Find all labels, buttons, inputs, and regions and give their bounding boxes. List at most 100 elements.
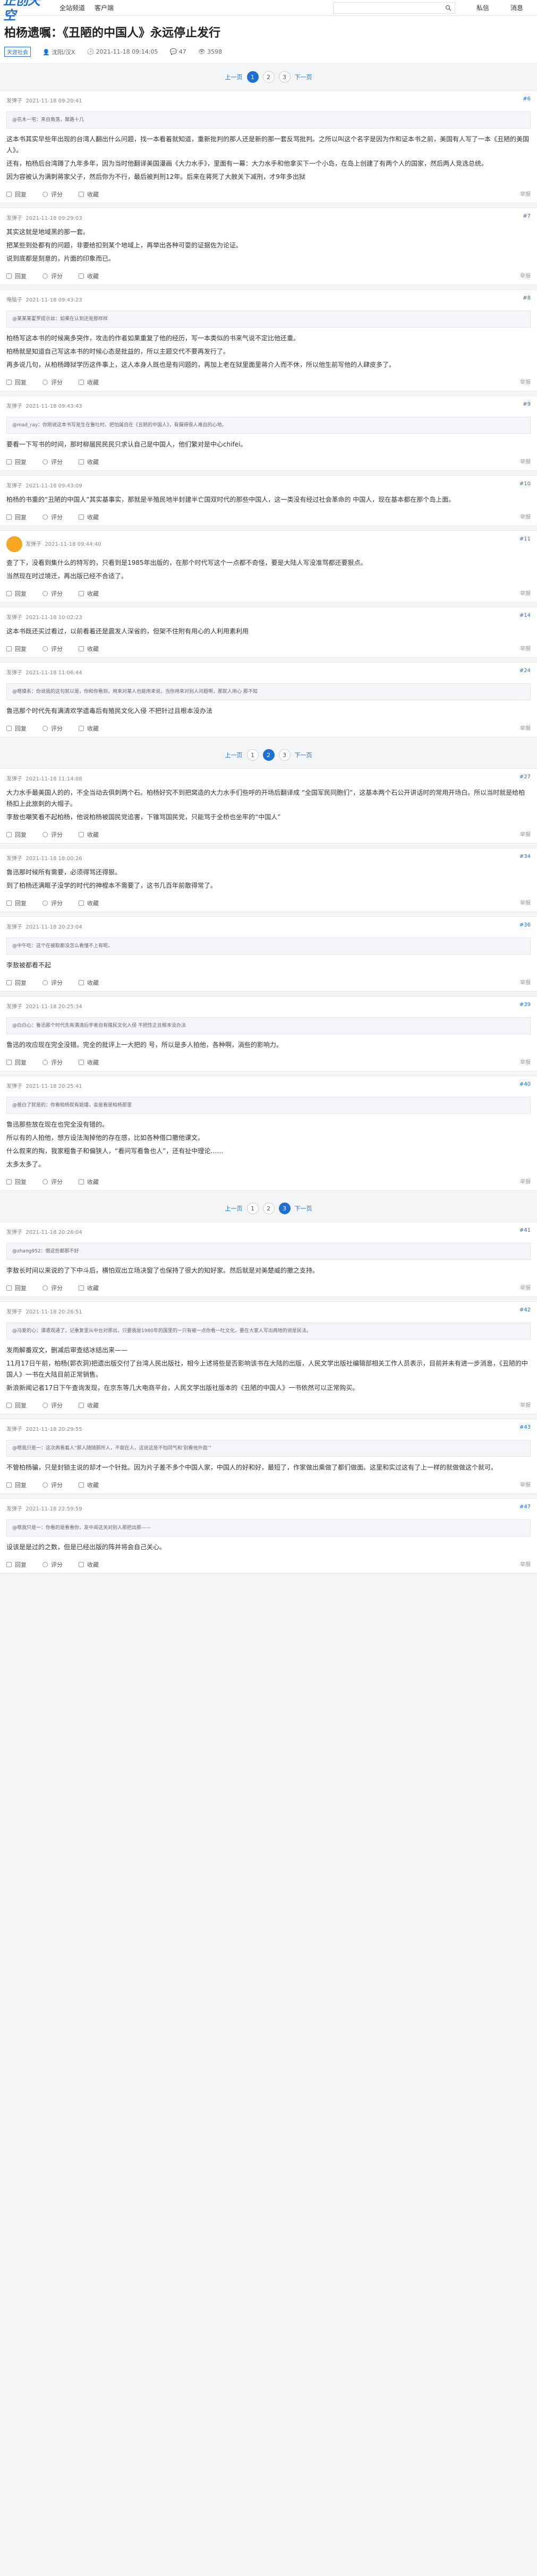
favorite-button[interactable]: 收藏 bbox=[79, 830, 99, 839]
floor-number[interactable]: #39 bbox=[519, 1002, 531, 1010]
report-link[interactable]: 举报 bbox=[520, 1480, 531, 1488]
reply-button[interactable]: 回复 bbox=[6, 724, 27, 733]
rate-button[interactable]: 评分 bbox=[42, 190, 63, 199]
favorite-button[interactable]: 收藏 bbox=[79, 1178, 99, 1186]
prev-page-link[interactable]: 上一页 bbox=[225, 751, 243, 759]
author[interactable]: 👤 沈阳/汉X bbox=[42, 48, 75, 56]
nav-channels[interactable]: 全站频道 bbox=[59, 3, 85, 12]
rate-button[interactable]: 评分 bbox=[42, 1560, 63, 1569]
reply-button[interactable]: 回复 bbox=[6, 978, 27, 987]
post-user[interactable]: 发弹子 bbox=[6, 98, 22, 104]
post-user[interactable]: 发弹子 bbox=[6, 1427, 22, 1432]
rate-button[interactable]: 评分 bbox=[42, 458, 63, 466]
report-link[interactable]: 举报 bbox=[520, 898, 531, 906]
report-link[interactable]: 举报 bbox=[520, 830, 531, 838]
favorite-button[interactable]: 收藏 bbox=[79, 724, 99, 733]
report-link[interactable]: 举报 bbox=[520, 1560, 531, 1568]
report-link[interactable]: 举报 bbox=[520, 377, 531, 385]
reply-button[interactable]: 回复 bbox=[6, 513, 27, 521]
report-link[interactable]: 举报 bbox=[520, 978, 531, 986]
favorite-button[interactable]: 收藏 bbox=[79, 513, 99, 521]
reply-button[interactable]: 回复 bbox=[6, 830, 27, 839]
report-link[interactable]: 举报 bbox=[520, 512, 531, 520]
post-user[interactable]: 发弹子 bbox=[6, 216, 22, 221]
post-user[interactable]: 发弹子 bbox=[6, 483, 22, 489]
prev-page-link[interactable]: 上一页 bbox=[225, 1204, 243, 1213]
messages-link[interactable]: 私信 bbox=[476, 3, 489, 12]
page-1-button[interactable]: 1 bbox=[246, 71, 259, 83]
post-user[interactable]: 发弹子 bbox=[6, 615, 22, 621]
report-link[interactable]: 举报 bbox=[520, 271, 531, 279]
report-link[interactable]: 举报 bbox=[520, 457, 531, 465]
next-page-link[interactable]: 下一页 bbox=[295, 751, 312, 759]
floor-number[interactable]: #9 bbox=[523, 401, 531, 409]
report-link[interactable]: 举报 bbox=[520, 1058, 531, 1066]
rate-button[interactable]: 评分 bbox=[42, 724, 63, 733]
rate-button[interactable]: 评分 bbox=[42, 1058, 63, 1067]
report-link[interactable]: 举报 bbox=[520, 644, 531, 652]
floor-number[interactable]: #27 bbox=[519, 774, 531, 782]
report-link[interactable]: 举报 bbox=[520, 190, 531, 198]
reply-button[interactable]: 回复 bbox=[6, 1284, 27, 1292]
floor-number[interactable]: #34 bbox=[519, 854, 531, 862]
floor-number[interactable]: #42 bbox=[519, 1307, 531, 1315]
reply-button[interactable]: 回复 bbox=[6, 190, 27, 199]
floor-number[interactable]: #40 bbox=[519, 1081, 531, 1089]
page-1-button[interactable]: 1 bbox=[246, 1203, 259, 1214]
next-page-link[interactable]: 下一页 bbox=[295, 73, 312, 81]
rate-button[interactable]: 评分 bbox=[42, 272, 63, 280]
post-user[interactable]: 发弹子 bbox=[6, 924, 22, 930]
reply-button[interactable]: 回复 bbox=[6, 1481, 27, 1489]
rate-button[interactable]: 评分 bbox=[42, 513, 63, 521]
favorite-button[interactable]: 收藏 bbox=[79, 978, 99, 987]
reply-button[interactable]: 回复 bbox=[6, 899, 27, 907]
favorite-button[interactable]: 收藏 bbox=[79, 1058, 99, 1067]
favorite-button[interactable]: 收藏 bbox=[79, 1401, 99, 1410]
floor-number[interactable]: #47 bbox=[519, 1504, 531, 1512]
report-link[interactable]: 举报 bbox=[520, 1401, 531, 1409]
reply-button[interactable]: 回复 bbox=[6, 272, 27, 280]
favorite-button[interactable]: 收藏 bbox=[79, 899, 99, 907]
post-user[interactable]: 发弹子 bbox=[6, 1309, 22, 1315]
floor-number[interactable]: #10 bbox=[519, 481, 531, 489]
rate-button[interactable]: 评分 bbox=[42, 1178, 63, 1186]
post-user[interactable]: 发弹子 bbox=[6, 856, 22, 862]
search-icon[interactable] bbox=[445, 5, 451, 11]
report-link[interactable]: 举报 bbox=[520, 589, 531, 597]
page-2-button[interactable]: 2 bbox=[262, 71, 275, 83]
reply-button[interactable]: 回复 bbox=[6, 1058, 27, 1067]
floor-number[interactable]: #36 bbox=[519, 922, 531, 930]
rate-button[interactable]: 评分 bbox=[42, 978, 63, 987]
rate-button[interactable]: 评分 bbox=[42, 1481, 63, 1489]
floor-number[interactable]: #43 bbox=[519, 1424, 531, 1432]
page-3-button[interactable]: 3 bbox=[278, 749, 291, 761]
floor-number[interactable]: #8 bbox=[523, 295, 531, 303]
floor-number[interactable]: #11 bbox=[519, 536, 531, 552]
rate-button[interactable]: 评分 bbox=[42, 899, 63, 907]
floor-number[interactable]: #7 bbox=[523, 213, 531, 221]
notifications-link[interactable]: 消息 bbox=[510, 3, 523, 12]
post-user[interactable]: 发弹子 bbox=[6, 670, 22, 676]
report-link[interactable]: 举报 bbox=[520, 724, 531, 732]
prev-page-link[interactable]: 上一页 bbox=[225, 73, 243, 81]
post-user[interactable]: 俺脑子 bbox=[6, 297, 22, 303]
reply-button[interactable]: 回复 bbox=[6, 589, 27, 598]
site-logo[interactable]: 正创天空 bbox=[3, 0, 48, 23]
reply-button[interactable]: 回复 bbox=[6, 458, 27, 466]
favorite-button[interactable]: 收藏 bbox=[79, 645, 99, 653]
floor-number[interactable]: #14 bbox=[519, 613, 531, 621]
next-page-link[interactable]: 下一页 bbox=[295, 1204, 312, 1213]
floor-number[interactable]: #41 bbox=[519, 1227, 531, 1235]
nav-client[interactable]: 客户端 bbox=[95, 3, 114, 12]
search-input[interactable] bbox=[333, 2, 455, 14]
favorite-button[interactable]: 收藏 bbox=[79, 1481, 99, 1489]
rate-button[interactable]: 评分 bbox=[42, 1401, 63, 1410]
favorite-button[interactable]: 收藏 bbox=[79, 190, 99, 199]
favorite-button[interactable]: 收藏 bbox=[79, 272, 99, 280]
page-2-button[interactable]: 2 bbox=[262, 1203, 275, 1214]
reply-button[interactable]: 回复 bbox=[6, 645, 27, 653]
reply-button[interactable]: 回复 bbox=[6, 1401, 27, 1410]
reply-button[interactable]: 回复 bbox=[6, 1560, 27, 1569]
page-1-button[interactable]: 1 bbox=[246, 749, 259, 761]
favorite-button[interactable]: 收藏 bbox=[79, 589, 99, 598]
